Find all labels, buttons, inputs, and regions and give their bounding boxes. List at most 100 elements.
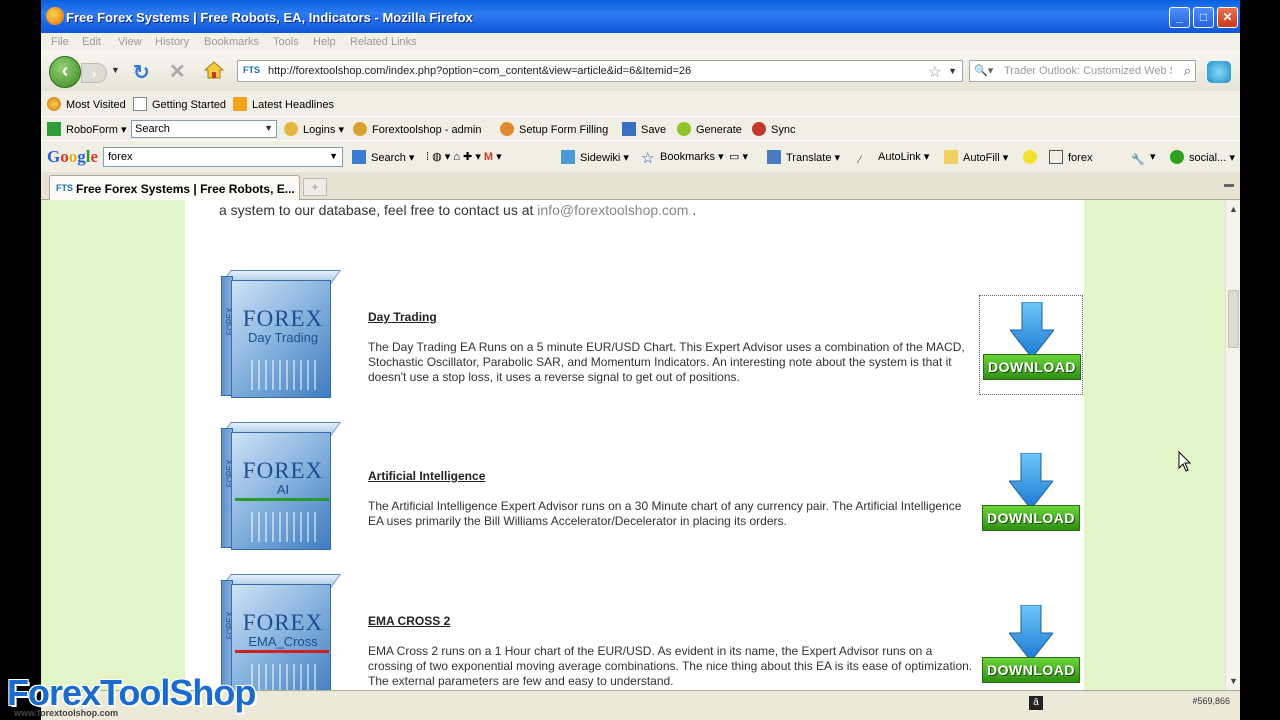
url-dropdown-icon[interactable]: ▼ [948,66,957,76]
roboform-forextoolshop-admin[interactable]: Forextoolshop - admin [353,122,481,136]
product-row-artificial-intelligence: FOREX FOREX AI Artificial Intelligence T… [185,422,1084,562]
home-icon[interactable] [204,60,224,80]
product-title-link[interactable]: Day Trading [368,310,437,324]
web-search-box[interactable]: 🔍▾ Trader Outlook: Customized Web Se ⌕ [969,60,1196,82]
menu-tools[interactable]: Tools [273,36,299,48]
google-settings[interactable]: 🔧 ▾ [1131,150,1156,167]
menu-bookmarks[interactable]: Bookmarks [204,36,259,48]
stop-icon[interactable]: ✕ [169,59,186,84]
translate-icon [767,150,781,164]
page-icon [133,97,147,111]
menu-file[interactable]: File [51,36,69,48]
menu-edit[interactable]: Edit [82,36,101,48]
minimize-button[interactable]: _ [1169,7,1190,28]
status-addon-icon[interactable]: ā [1029,696,1043,710]
tab-title: Free Forex Systems | Free Robots, E... [76,182,295,196]
roboform-logins[interactable]: Logins ▾ [284,122,344,136]
roboform-icon [47,122,61,136]
google-find-forex[interactable]: forex [1049,150,1092,164]
scroll-up-icon[interactable]: ▲ [1227,202,1240,216]
download-button[interactable]: DOWNLOAD [979,295,1083,395]
google-bookmarks[interactable]: ☆ Bookmarks ▾ [641,150,724,166]
tab-list-icon[interactable]: ▬ [1224,179,1234,190]
contact-email-link[interactable]: info@forextoolshop.com [537,202,688,218]
google-autofill[interactable]: AutoFill ▾ [944,150,1008,164]
menu-history[interactable]: History [155,36,189,48]
content-area: a system to our database, feel free to c… [185,200,1084,690]
bookmark-latest-headlines[interactable]: Latest Headlines [233,97,334,111]
maximize-button[interactable]: □ [1193,7,1214,28]
product-title-link[interactable]: Artificial Intelligence [368,469,485,483]
product-description: The Day Trading EA Runs on a 5 minute EU… [368,340,965,384]
scroll-down-icon[interactable]: ▼ [1227,674,1240,688]
new-tab-button[interactable]: + [303,178,327,196]
google-translate[interactable]: Translate ▾ [767,150,840,164]
intro-text: a system to our database, feel free to c… [219,202,697,218]
firefox-icon [46,7,64,25]
passcard-icon [353,122,367,136]
skype-icon[interactable] [1207,61,1231,83]
download-button[interactable]: DOWNLOAD [979,599,1083,690]
reload-icon[interactable]: ↻ [133,60,150,85]
bookmark-getting-started[interactable]: Getting Started [133,97,226,111]
forward-button[interactable]: › [81,63,107,83]
download-button[interactable]: DOWNLOAD [979,447,1083,547]
google-autolink[interactable]: ⁄ AutoLink ▾ [859,150,929,168]
key-icon [284,122,298,136]
product-description: EMA Cross 2 runs on a 1 Hour chart of th… [368,644,973,688]
firefox-bookmark-icon [47,97,61,111]
google-logo[interactable]: Google [47,147,98,167]
search-go-icon[interactable]: ⌕ [1184,63,1191,79]
download-arrow-icon [1009,453,1053,509]
product-box-image: FOREX FOREX Day Trading [221,270,341,398]
back-button[interactable]: ‹ [49,56,81,88]
google-highlighter[interactable] [1023,150,1042,164]
browser-window: Free Forex Systems | Free Robots, EA, In… [41,0,1240,720]
sidewiki-icon [561,150,575,164]
url-text[interactable]: http://forextoolshop.com/index.php?optio… [268,65,691,77]
roboform-save[interactable]: Save [622,122,666,136]
download-label: DOWNLOAD [983,354,1081,380]
search-engine-icon[interactable]: 🔍▾ [974,64,993,77]
history-dropdown-icon[interactable]: ▼ [111,65,120,75]
vertical-scrollbar[interactable]: ▲ ▼ [1225,200,1240,690]
menu-bar: File Edit View History Bookmarks Tools H… [41,33,1240,51]
google-social[interactable]: social... ▾ [1170,150,1235,164]
roboform-search-input[interactable]: Search ▼ [131,120,277,138]
google-blank-button[interactable]: ▭ ▾ [729,150,748,163]
google-search-button[interactable]: Search ▾ [352,150,414,164]
bookmarks-toolbar: Most Visited Getting Started Latest Head… [41,91,1240,116]
google-toolbar-misc-icons[interactable]: ⁞ ◍ ▾ ⌂ ✚ ▾ M ▾ [426,150,502,163]
social-icon [1170,150,1184,164]
url-bar[interactable]: FTS http://forextoolshop.com/index.php?o… [237,60,963,82]
sync-icon [752,122,766,136]
save-icon [622,122,636,136]
product-row-day-trading: FOREX FOREX Day Trading Day Trading The … [185,270,1084,410]
watermark-url: www.forextoolshop.com [14,708,119,718]
page-viewport: a system to our database, feel free to c… [41,200,1225,690]
person-icon [500,122,514,136]
google-search-input[interactable]: forex ▼ [103,147,343,167]
tab-favicon: FTS [56,183,73,193]
product-title-link[interactable]: EMA CROSS 2 [368,614,450,628]
menu-related-links[interactable]: Related Links [350,36,417,48]
roboform-generate[interactable]: Generate [677,122,742,136]
site-favicon: FTS [243,65,260,75]
search-icon [352,150,366,164]
menu-view[interactable]: View [118,36,142,48]
title-bar: Free Forex Systems | Free Robots, EA, In… [41,0,1240,33]
google-toolbar: Google forex ▼ Search ▾ ⁞ ◍ ▾ ⌂ ✚ ▾ M ▾ S… [41,140,1240,172]
bookmark-star-icon[interactable]: ☆ [928,62,942,82]
close-button[interactable]: ✕ [1217,7,1238,28]
star-icon: ☆ [641,150,655,167]
mouse-cursor-icon [1178,451,1192,472]
roboform-menu[interactable]: RoboForm ▾ [47,122,127,136]
bookmark-most-visited[interactable]: Most Visited [47,97,126,111]
google-sidewiki[interactable]: Sidewiki ▾ [561,150,629,164]
autofill-icon [944,150,958,164]
roboform-setup-form-filling[interactable]: Setup Form Filling [500,122,608,136]
roboform-sync[interactable]: Sync [752,122,795,136]
tab-free-forex-systems[interactable]: FTS Free Forex Systems | Free Robots, E.… [49,175,300,200]
scroll-thumb[interactable] [1228,290,1239,348]
menu-help[interactable]: Help [313,36,336,48]
